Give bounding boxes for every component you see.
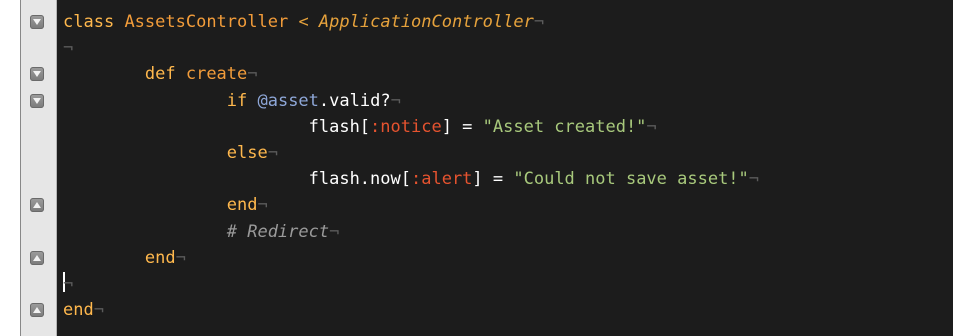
code-line: flash.now[:alert] = "Could not save asse…: [63, 166, 759, 192]
code-line: ¬: [63, 35, 73, 61]
fold-expand-icon[interactable]: [30, 250, 44, 265]
code-line: class AssetsController < ApplicationCont…: [63, 9, 544, 35]
code-line: end¬: [63, 245, 186, 271]
code-token: .valid?: [318, 90, 391, 111]
line-gutter: [21, 0, 57, 336]
code-area[interactable]: class AssetsController < ApplicationCont…: [57, 0, 953, 336]
code-token: class: [63, 12, 115, 32]
code-token: ApplicationController: [318, 12, 534, 32]
code-line: else¬: [63, 140, 278, 166]
code-token: "Could not save asset!": [513, 169, 749, 190]
fold-expand-icon[interactable]: [30, 198, 44, 213]
code-token: flash.now[: [63, 169, 411, 190]
code-token: ] =: [472, 169, 514, 190]
newline-marker: ¬: [533, 12, 545, 32]
code-token: else: [63, 143, 268, 163]
code-token: @asset: [257, 90, 319, 111]
code-token: def: [63, 64, 176, 85]
code-token: end: [63, 247, 176, 268]
code-editor[interactable]: class AssetsController < ApplicationCont…: [20, 0, 953, 336]
fold-collapse-icon[interactable]: [30, 67, 44, 82]
code-token: AssetsController: [124, 12, 289, 32]
code-line: if @asset.valid?¬: [63, 88, 401, 114]
code-token: end: [63, 300, 94, 321]
code-token: :alert: [411, 169, 473, 190]
code-token: ] =: [441, 116, 483, 137]
newline-marker: ¬: [93, 300, 104, 321]
fold-collapse-icon[interactable]: [30, 93, 44, 108]
code-line: # Redirect¬: [63, 219, 340, 245]
code-line: end¬: [63, 297, 104, 323]
code-token: <: [288, 12, 319, 32]
code-line: ¬: [63, 271, 73, 297]
newline-marker: ¬: [267, 143, 278, 163]
fold-collapse-icon[interactable]: [30, 15, 44, 29]
code-token: # Redirect: [63, 221, 330, 242]
code-line: flash[:notice] = "Asset created!"¬: [63, 114, 657, 140]
newline-marker: ¬: [329, 221, 340, 242]
newline-marker: ¬: [63, 38, 74, 59]
newline-marker: ¬: [748, 169, 760, 190]
newline-marker: ¬: [247, 64, 258, 85]
code-token: :notice: [370, 116, 442, 137]
code-token: "Asset created!": [482, 116, 647, 137]
code-token: if: [63, 90, 248, 111]
newline-marker: ¬: [390, 90, 401, 111]
code-line: end¬: [63, 192, 268, 218]
code-line: def create¬: [63, 61, 258, 87]
newline-marker: ¬: [63, 274, 74, 294]
code-token: end: [63, 195, 258, 216]
code-token: flash[: [63, 116, 371, 137]
newline-marker: ¬: [646, 116, 657, 137]
fold-expand-icon[interactable]: [30, 303, 44, 318]
newline-marker: ¬: [257, 195, 268, 216]
newline-marker: ¬: [175, 247, 186, 268]
code-token: create: [185, 64, 248, 85]
